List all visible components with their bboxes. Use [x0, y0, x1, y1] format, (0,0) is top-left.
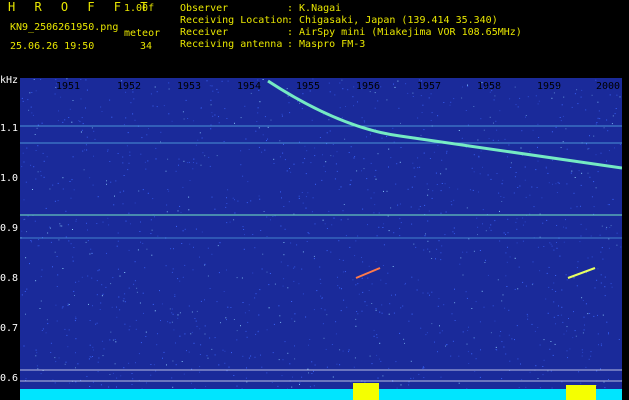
info-key-antenna: Receiving antenna	[180, 39, 283, 50]
x-tick-1955: 1955	[296, 81, 321, 92]
header-panel: H R O F F T 1.00f KN9_2506261950.png met…	[0, 0, 629, 78]
x-tick-1956: 1956	[356, 81, 381, 92]
signal-burst-1	[353, 383, 379, 400]
x-tick-1952: 1952	[117, 81, 142, 92]
info-key-receiver: Receiver	[180, 27, 229, 38]
info-key-location: Receiving Location	[180, 15, 289, 26]
meteor-label: meteor	[124, 28, 161, 39]
y-axis: kHz 1.1 1.0 0.9 0.8 0.7 0.6	[0, 75, 20, 400]
signal-floor-band	[20, 389, 622, 400]
y-tick-0-7: 0.7	[0, 323, 19, 334]
x-tick-2000: 2000	[596, 81, 621, 92]
info-value-antenna: : Maspro FM-3	[287, 39, 366, 50]
filename-label: KN9_2506261950.png	[10, 22, 119, 33]
info-key-observer: Observer	[180, 3, 229, 14]
y-tick-0-6: 0.6	[0, 373, 19, 384]
spectrogram	[20, 78, 622, 400]
info-value-location: : Chigasaki, Japan (139.414 35.340)	[287, 15, 498, 26]
signal-burst-2	[566, 385, 596, 400]
x-tick-1958: 1958	[477, 81, 502, 92]
info-value-receiver: : AirSpy mini (Miakejima VOR 108.65MHz)	[287, 27, 522, 38]
x-tick-1957: 1957	[417, 81, 442, 92]
x-tick-1954: 1954	[237, 81, 262, 92]
x-tick-1951: 1951	[56, 81, 81, 92]
x-tick-1959: 1959	[537, 81, 562, 92]
y-tick-1-0: 1.0	[0, 173, 19, 184]
y-axis-unit: kHz	[0, 75, 19, 86]
datetime-label: 25.06.26 19:50	[10, 41, 95, 52]
x-tick-1953: 1953	[177, 81, 202, 92]
y-tick-1-1: 1.1	[0, 123, 19, 134]
info-value-observer: : K.Nagai	[287, 3, 342, 14]
version-label: 1.00f	[124, 3, 155, 14]
y-tick-0-8: 0.8	[0, 273, 19, 284]
y-tick-0-9: 0.9	[0, 223, 19, 234]
meteor-count: 34	[140, 41, 153, 52]
